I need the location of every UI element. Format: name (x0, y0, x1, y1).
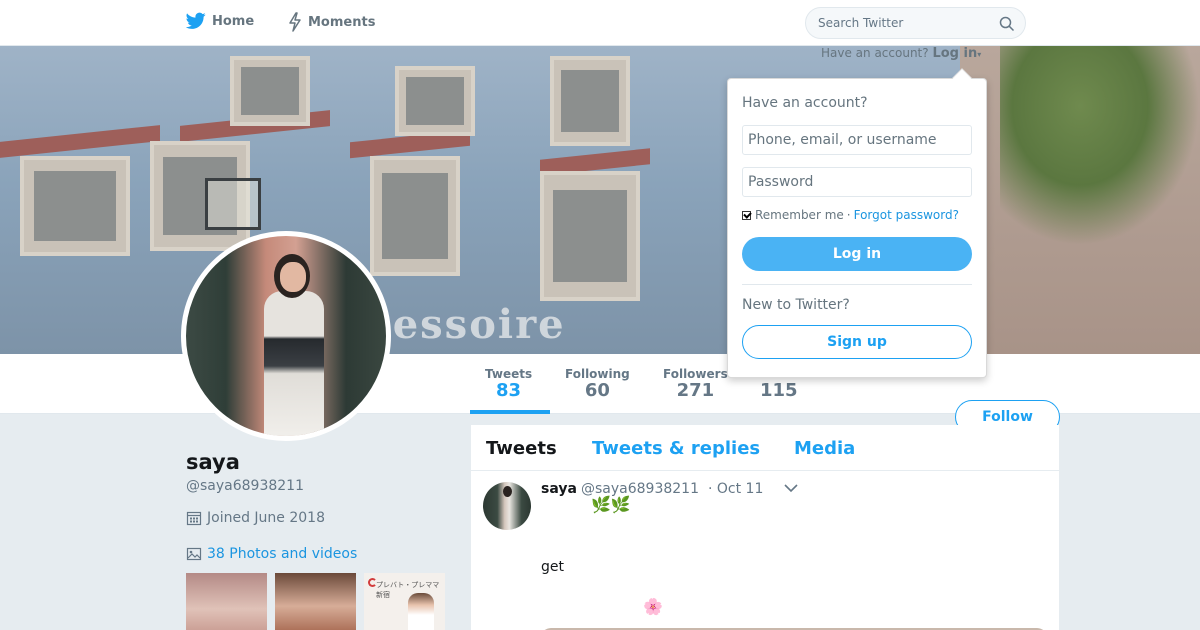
stat-tweets[interactable]: Tweets 83 (485, 367, 532, 401)
stat-label: Following (565, 367, 630, 381)
media-thumbnail[interactable] (186, 573, 267, 630)
tweet-author-name[interactable]: saya (541, 481, 577, 497)
active-tab-underline (470, 410, 550, 414)
password-field[interactable] (742, 167, 972, 197)
twitter-bird-icon (186, 12, 206, 29)
nav-home-label: Home (212, 13, 255, 29)
media-thumbnail[interactable] (275, 573, 356, 630)
login-dropdown-toggle[interactable]: Log in (932, 46, 977, 61)
profile-handle[interactable]: @saya68938211 (186, 478, 304, 494)
search-input[interactable] (818, 16, 988, 30)
tab-tweets-replies[interactable]: Tweets & replies (592, 438, 760, 459)
joined-date: Joined June 2018 (186, 510, 325, 526)
login-heading: Have an account? (742, 95, 868, 111)
login-dropdown: Have an account? Remember me · Forgot pa… (727, 68, 987, 378)
remember-label[interactable]: Remember me (755, 208, 844, 222)
search-icon[interactable] (999, 16, 1015, 32)
stat-following[interactable]: Following 60 (565, 367, 630, 401)
login-button[interactable]: Log in (742, 237, 972, 271)
photos-videos-link[interactable]: 38 Photos and videos (186, 546, 357, 562)
signup-button[interactable]: Sign up (742, 325, 972, 359)
profile-name[interactable]: saya (186, 450, 240, 474)
lamp (205, 178, 261, 230)
forgot-password-link[interactable]: Forgot password? (854, 208, 959, 222)
stat-value: 115 (760, 380, 798, 401)
stat-followers[interactable]: Followers 271 (663, 367, 728, 401)
timeline: Tweets Tweets & replies Media saya @saya… (471, 425, 1059, 630)
photos-videos-label: 38 Photos and videos (207, 546, 358, 562)
nav-moments-label: Moments (308, 14, 376, 30)
top-navigation: Home Moments (0, 0, 1200, 46)
username-field[interactable] (742, 125, 972, 155)
tweet-flower-emoji: 🌸 (643, 597, 663, 616)
joined-text: Joined June 2018 (207, 510, 325, 526)
caret-down-icon: ▾ (977, 50, 982, 59)
tab-tweets[interactable]: Tweets (486, 438, 557, 459)
stat-value: 83 (496, 380, 522, 401)
remember-row: Remember me · Forgot password? (742, 208, 959, 222)
timeline-tabs: Tweets Tweets & replies Media (471, 425, 1059, 471)
stat-value: 60 (584, 380, 610, 401)
nav-moments[interactable]: Moments (288, 12, 375, 32)
tab-media[interactable]: Media (794, 438, 855, 459)
tweet-emoji: 🌿🌿 (591, 495, 631, 514)
tweet-text: get (541, 559, 564, 575)
stat-value: 271 (676, 380, 715, 401)
separator-dot: · (846, 208, 851, 222)
image-icon (186, 547, 202, 561)
profile-avatar[interactable] (181, 231, 391, 441)
divider (742, 284, 972, 285)
have-account-text: Have an account? (821, 46, 929, 60)
chevron-down-icon[interactable] (784, 483, 798, 493)
have-account-prompt: Have an account? Log in▾ (821, 46, 981, 61)
new-to-twitter-text: New to Twitter? (742, 297, 850, 313)
lightning-icon (289, 12, 301, 32)
tweet-timestamp[interactable]: · Oct 11 (708, 481, 763, 497)
stat-label: Tweets (485, 367, 533, 381)
calendar-icon (186, 511, 202, 526)
stat-label: Followers (663, 367, 728, 381)
nav-home[interactable]: Home (186, 12, 254, 30)
remember-checkbox[interactable] (742, 210, 751, 220)
tweet-avatar[interactable] (483, 482, 531, 530)
media-thumbnail[interactable]: プレバト・プレママ新宿 (364, 573, 445, 630)
search-box[interactable] (805, 7, 1026, 39)
profile-banner: ccessoire (0, 46, 1200, 354)
